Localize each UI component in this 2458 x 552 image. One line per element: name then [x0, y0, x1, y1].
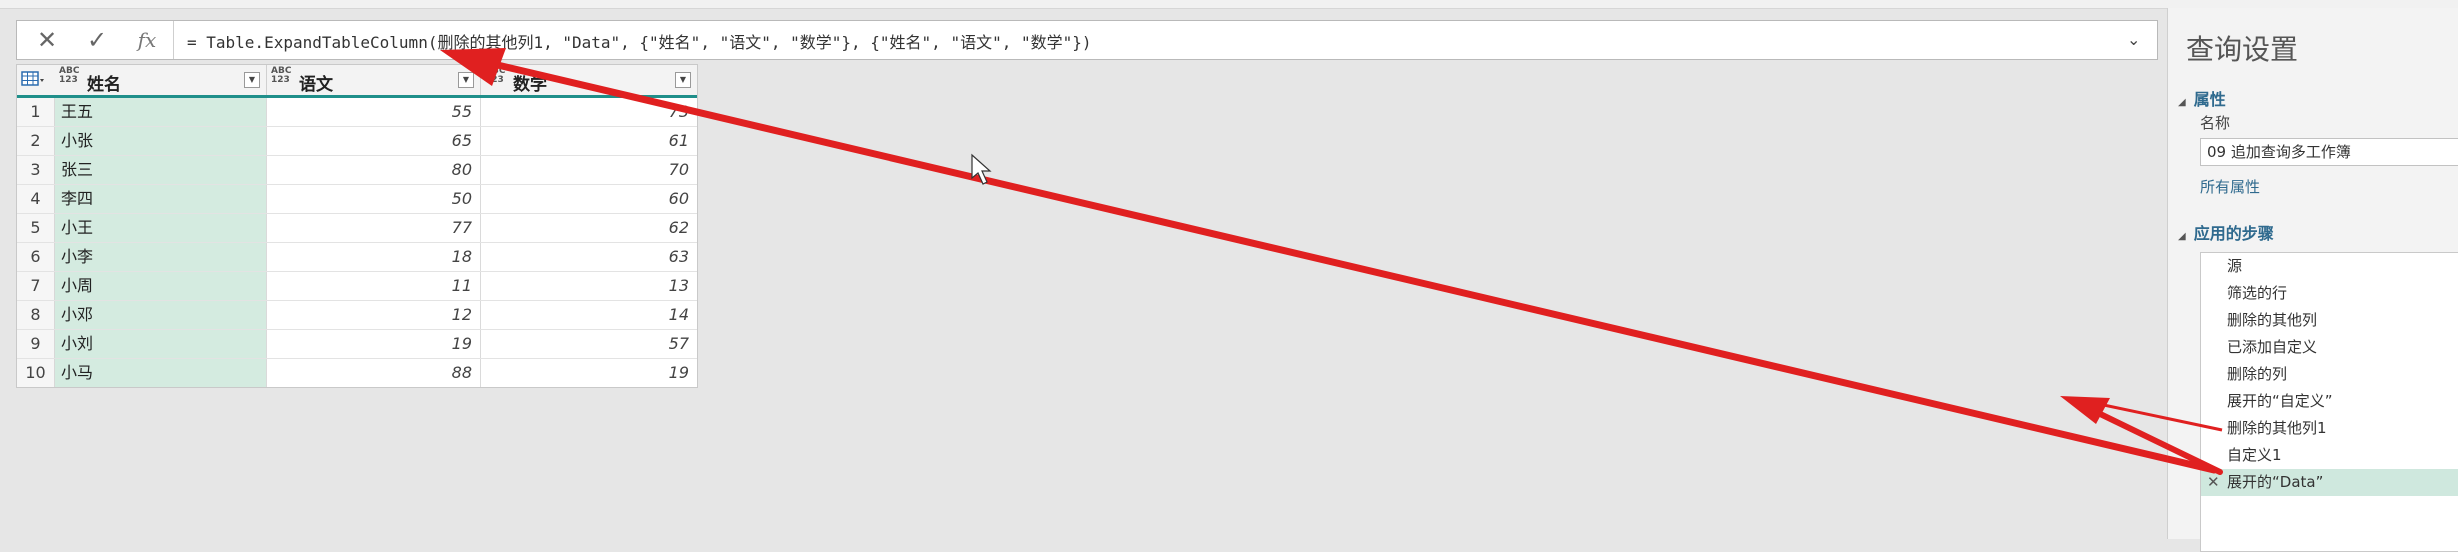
properties-section-header[interactable]: ◢ 属性 — [2178, 86, 2226, 110]
applied-step[interactable]: 展开的“自定义” — [2201, 388, 2458, 415]
formula-buttons: ✕ ✓ fx — [17, 21, 174, 59]
cell-yuwen[interactable]: 80 — [267, 156, 481, 184]
cancel-icon[interactable]: ✕ — [29, 26, 65, 54]
table-row: 8 小邓 12 14 — [17, 301, 697, 330]
row-number[interactable]: 7 — [17, 272, 55, 300]
all-properties-link[interactable]: 所有属性 — [2200, 176, 2260, 197]
annotation-arrow-to-formula — [440, 48, 2218, 474]
row-number[interactable]: 1 — [17, 98, 55, 126]
cell-name[interactable]: 小邓 — [55, 301, 267, 329]
formula-input[interactable]: = Table.ExpandTableColumn(删除的其他列1, "Data… — [187, 29, 1092, 53]
cell-yuwen[interactable]: 88 — [267, 359, 481, 387]
cell-shuxue[interactable]: 70 — [481, 156, 697, 184]
table-row: 9 小刘 19 57 — [17, 330, 697, 359]
row-number[interactable]: 8 — [17, 301, 55, 329]
chevron-down-icon[interactable]: ▼ — [675, 72, 691, 88]
cell-yuwen[interactable]: 12 — [267, 301, 481, 329]
row-number[interactable]: 3 — [17, 156, 55, 184]
cell-name[interactable]: 小张 — [55, 127, 267, 155]
cell-shuxue[interactable]: 13 — [481, 272, 697, 300]
cell-shuxue[interactable]: 57 — [481, 330, 697, 358]
table-row: 5 小王 77 62 — [17, 214, 697, 243]
cell-shuxue[interactable]: 60 — [481, 185, 697, 213]
cell-shuxue[interactable]: 19 — [481, 359, 697, 387]
column-header-shuxue[interactable]: ABC 123 数学 ▼ — [481, 65, 697, 95]
name-label: 名称 — [2200, 114, 2231, 132]
cell-shuxue[interactable]: 62 — [481, 214, 697, 242]
row-number[interactable]: 10 — [17, 359, 55, 387]
query-name-input[interactable]: 09 追加查询多工作簿 — [2200, 138, 2458, 166]
cell-name[interactable]: 李四 — [55, 185, 267, 213]
commit-icon[interactable]: ✓ — [79, 26, 115, 54]
cell-name[interactable]: 小王 — [55, 214, 267, 242]
cell-shuxue[interactable]: 14 — [481, 301, 697, 329]
applied-step[interactable]: 删除的列 — [2201, 361, 2458, 388]
cell-yuwen[interactable]: 11 — [267, 272, 481, 300]
cell-shuxue[interactable]: 61 — [481, 127, 697, 155]
cell-yuwen[interactable]: 55 — [267, 98, 481, 126]
cell-shuxue[interactable]: 73 — [481, 98, 697, 126]
query-settings-panel: 查询设置 ◢ 属性 名称 09 追加查询多工作簿 所有属性 ◢ 应用的步骤 源 筛选… — [2167, 8, 2458, 552]
cell-shuxue[interactable]: 63 — [481, 243, 697, 271]
table-row: 1 王五 55 73 — [17, 98, 697, 127]
applied-steps-list: 源 筛选的行 删除的其他列 已添加自定义 删除的列 展开的“自定义” 删除的其他… — [2200, 252, 2458, 552]
collapse-triangle-icon[interactable]: ◢ — [2178, 231, 2186, 242]
cell-name[interactable]: 张三 — [55, 156, 267, 184]
fx-icon[interactable]: fx — [129, 26, 165, 54]
applied-step[interactable]: 删除的其他列1 — [2201, 415, 2458, 442]
applied-step[interactable]: 已添加自定义 — [2201, 334, 2458, 361]
applied-step-selected[interactable]: ✕ 展开的“Data” — [2201, 469, 2458, 496]
column-header-label: 姓名 — [87, 75, 121, 95]
column-header-label: 数学 — [513, 75, 547, 95]
cell-yuwen[interactable]: 65 — [267, 127, 481, 155]
cell-name[interactable]: 小李 — [55, 243, 267, 271]
cell-name[interactable]: 小周 — [55, 272, 267, 300]
row-number[interactable]: 4 — [17, 185, 55, 213]
applied-step-label: 展开的“Data” — [2227, 473, 2324, 491]
formula-bar: ✕ ✓ fx = Table.ExpandTableColumn(删除的其他列1… — [16, 20, 2158, 60]
applied-step[interactable]: 源 — [2201, 253, 2458, 280]
top-strip — [0, 0, 2458, 9]
cell-yuwen[interactable]: 18 — [267, 243, 481, 271]
cell-name[interactable]: 小刘 — [55, 330, 267, 358]
applied-step[interactable]: 自定义1 — [2201, 442, 2458, 469]
applied-steps-label: 应用的步骤 — [2193, 224, 2274, 243]
applied-steps-header[interactable]: ◢ 应用的步骤 — [2178, 220, 2274, 244]
type-any-icon[interactable]: ABC 123 — [59, 67, 79, 85]
row-number[interactable]: 2 — [17, 127, 55, 155]
chevron-down-icon[interactable]: ▼ — [244, 72, 260, 88]
column-header-name[interactable]: ABC 123 姓名 ▼ — [55, 65, 267, 95]
table-menu-icon[interactable] — [21, 71, 45, 89]
type-any-icon[interactable]: ABC 123 — [271, 67, 291, 85]
applied-step[interactable]: 筛选的行 — [2201, 280, 2458, 307]
row-number[interactable]: 9 — [17, 330, 55, 358]
cell-yuwen[interactable]: 77 — [267, 214, 481, 242]
cell-name[interactable]: 王五 — [55, 98, 267, 126]
table-row: 4 李四 50 60 — [17, 185, 697, 214]
chevron-down-icon[interactable]: ⌄ — [2127, 30, 2147, 50]
type-any-icon[interactable]: ABC 123 — [485, 67, 505, 85]
mouse-cursor-icon — [971, 153, 992, 185]
column-header-label: 语文 — [299, 75, 333, 95]
grid-header: ABC 123 姓名 ▼ ABC 123 语文 ▼ ABC 123 数学 ▼ — [17, 65, 697, 98]
row-number[interactable]: 6 — [17, 243, 55, 271]
delete-step-icon[interactable]: ✕ — [2207, 469, 2220, 496]
table-row: 2 小张 65 61 — [17, 127, 697, 156]
table-row: 3 张三 80 70 — [17, 156, 697, 185]
cell-name[interactable]: 小马 — [55, 359, 267, 387]
column-header-yuwen[interactable]: ABC 123 语文 ▼ — [267, 65, 481, 95]
cell-yuwen[interactable]: 50 — [267, 185, 481, 213]
collapse-triangle-icon[interactable]: ◢ — [2178, 97, 2186, 108]
panel-title: 查询设置 — [2186, 33, 2299, 66]
chevron-down-icon[interactable]: ▼ — [458, 72, 474, 88]
data-grid: ABC 123 姓名 ▼ ABC 123 语文 ▼ ABC 123 数学 ▼ 1 王五… — [16, 64, 698, 388]
properties-header-label: 属性 — [2193, 90, 2226, 109]
table-row: 6 小李 18 63 — [17, 243, 697, 272]
applied-step[interactable]: 删除的其他列 — [2201, 307, 2458, 334]
cell-yuwen[interactable]: 19 — [267, 330, 481, 358]
table-row: 7 小周 11 13 — [17, 272, 697, 301]
row-number[interactable]: 5 — [17, 214, 55, 242]
table-row: 10 小马 88 19 — [17, 359, 697, 387]
